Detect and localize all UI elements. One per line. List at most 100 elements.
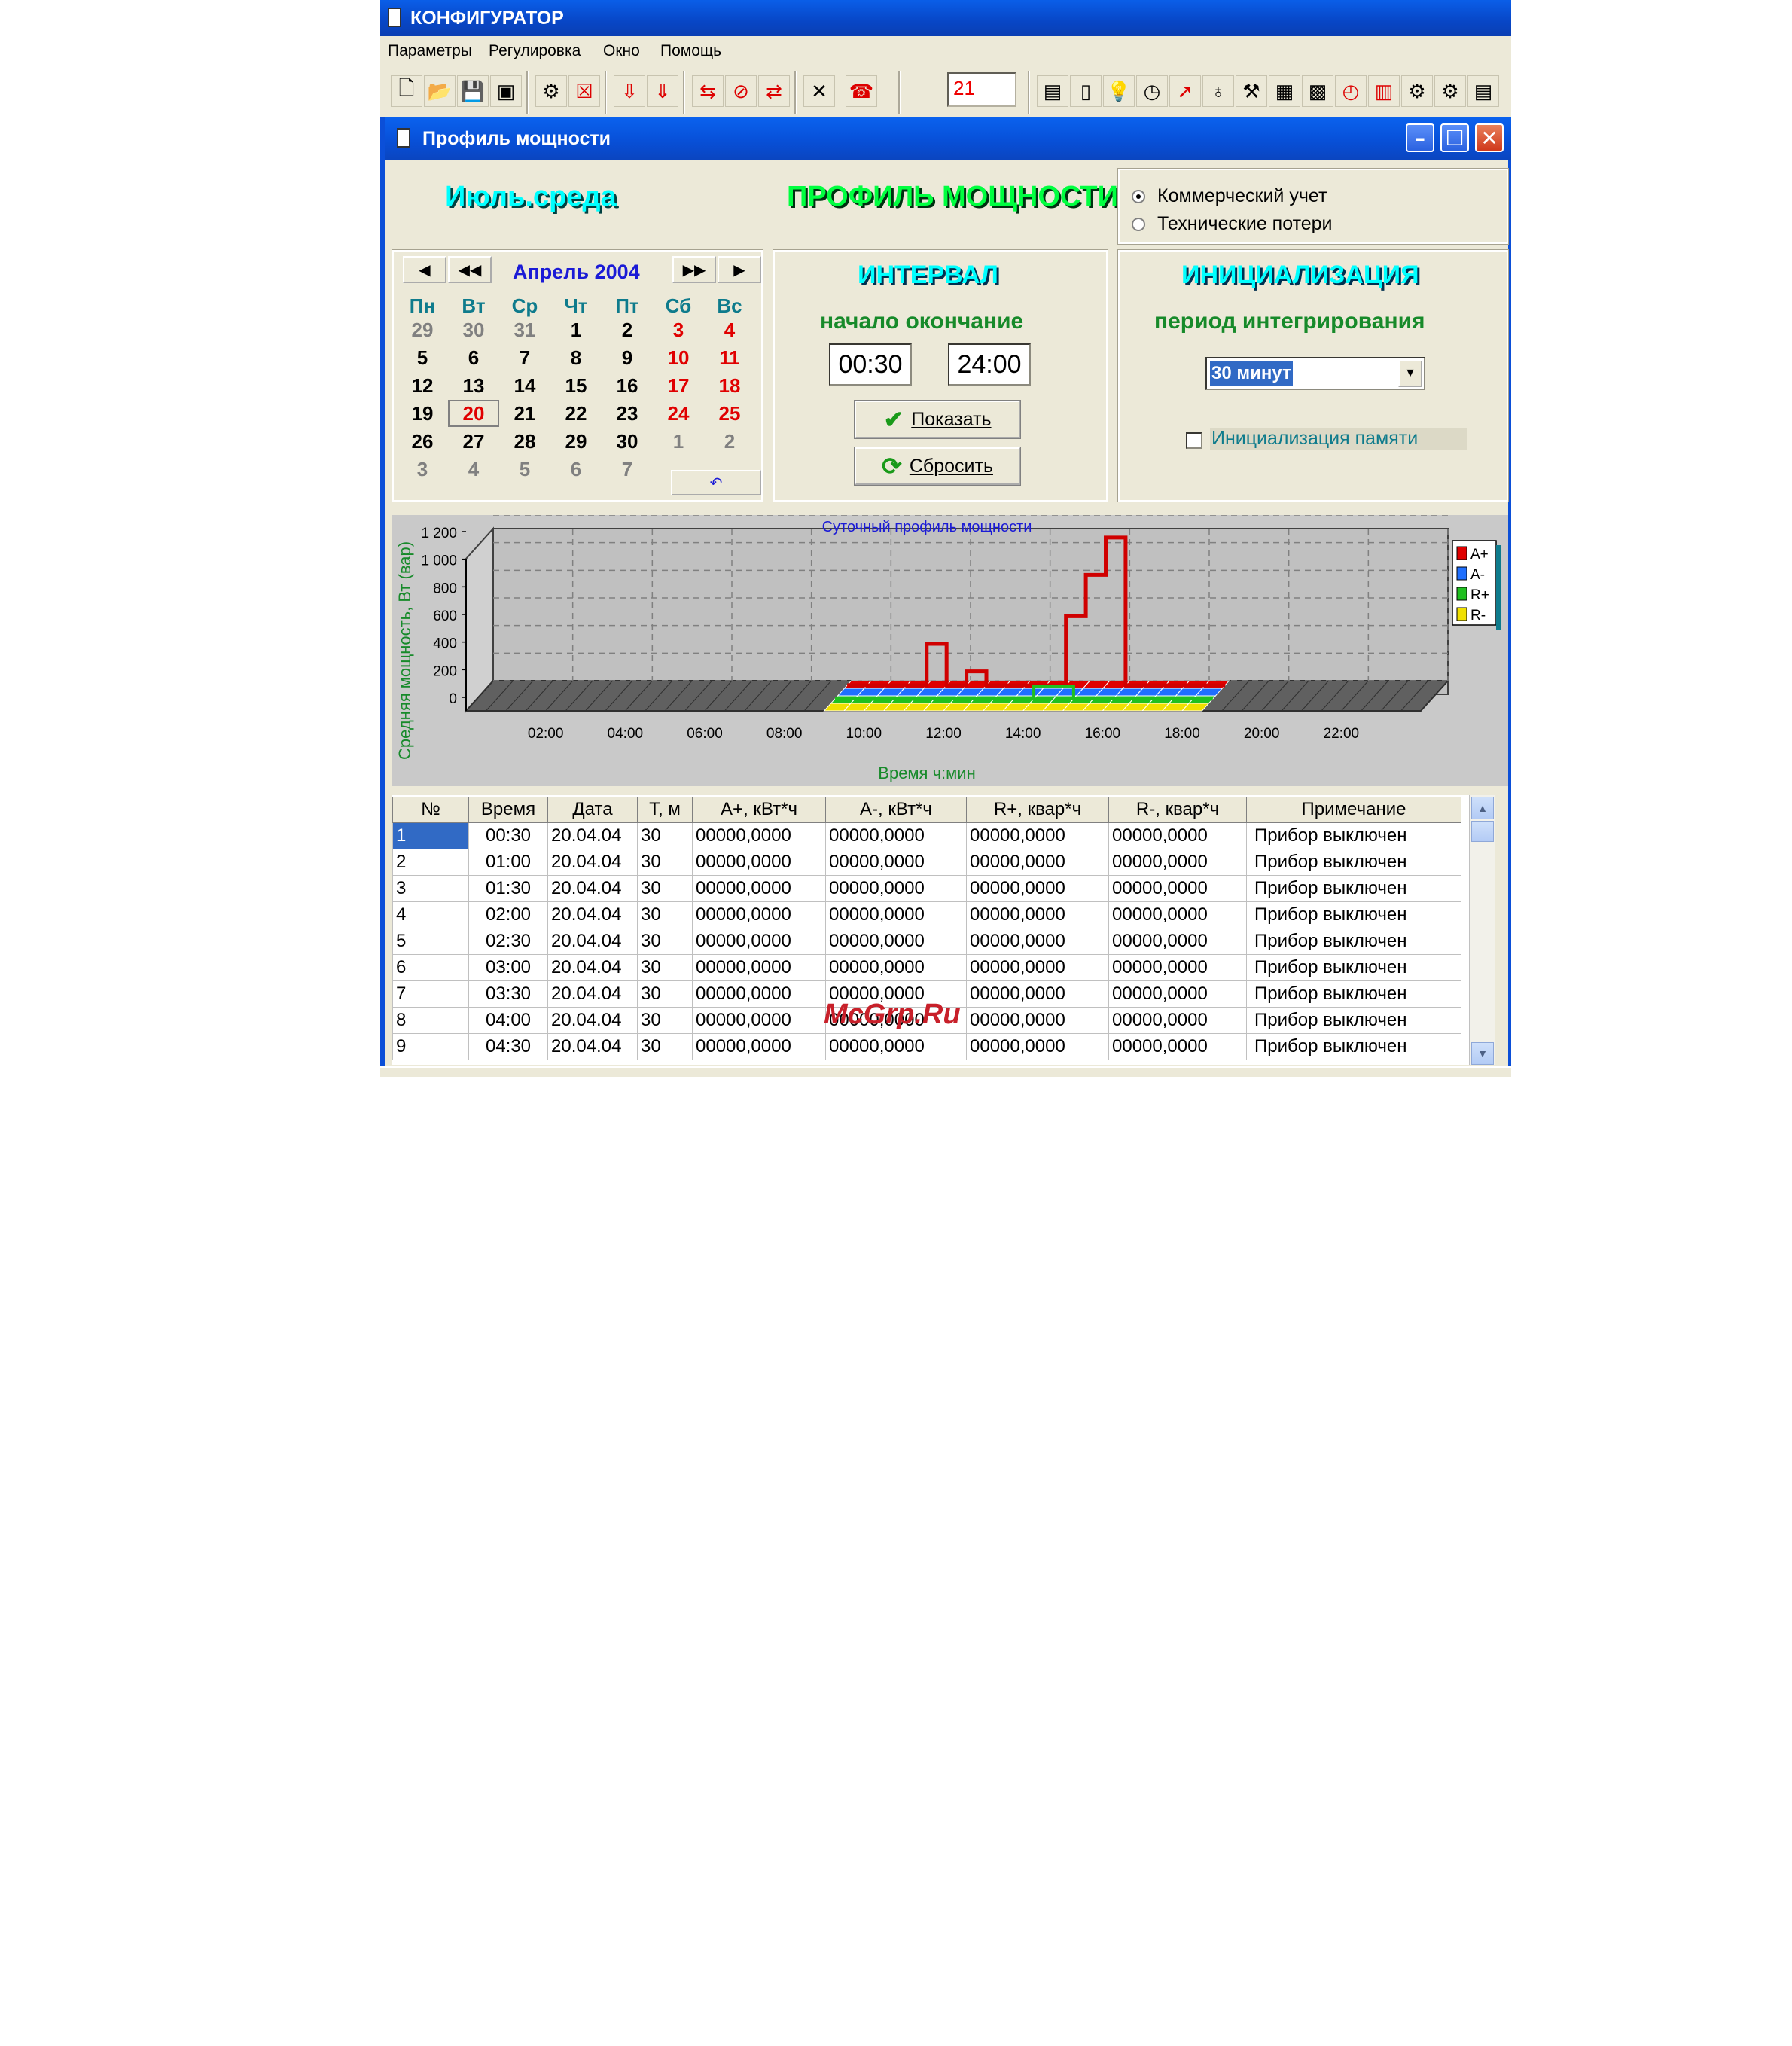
mode-commercial-radio[interactable] <box>1132 190 1145 203</box>
scroll-down-icon[interactable]: ▼ <box>1471 1042 1494 1065</box>
mode-technical-radio[interactable] <box>1132 218 1145 231</box>
calendar-day[interactable]: 2 <box>602 316 653 343</box>
device-connect-icon[interactable]: ⚙ <box>535 75 567 107</box>
reset-button[interactable]: ⟳ Сбросить <box>854 447 1021 486</box>
new-file-icon[interactable]: 🗋 <box>391 75 422 107</box>
calendar-day[interactable]: 22 <box>550 400 602 427</box>
tools-icon[interactable]: ⚒ <box>1236 75 1267 107</box>
interval-start-field[interactable]: 00:30 <box>829 343 912 386</box>
prev-month-button[interactable]: ◀ <box>403 256 446 283</box>
calendar-day[interactable]: 31 <box>499 316 550 343</box>
calendar-day[interactable]: 7 <box>499 344 550 371</box>
calendar-day[interactable]: 8 <box>550 344 602 371</box>
init-memory-checkbox[interactable] <box>1186 432 1202 449</box>
calendar-day[interactable]: 16 <box>602 372 653 399</box>
calendar-day[interactable]: 29 <box>397 316 448 343</box>
read-down-icon[interactable]: ⇩ <box>614 75 645 107</box>
calendar-day[interactable]: 2 <box>704 428 755 455</box>
table-row[interactable]: 5 02:30 20.04.04 30 00000,0000 00000,0000 0000… <box>392 928 1461 955</box>
calendar-day[interactable]: 25 <box>704 400 755 427</box>
period-select[interactable]: 30 минут ▼ <box>1205 357 1425 390</box>
calendar-day[interactable]: 24 <box>653 400 704 427</box>
calendar-day[interactable]: 13 <box>448 372 499 399</box>
calendar-day[interactable]: 1 <box>653 428 704 455</box>
calendar-day[interactable]: 21 <box>499 400 550 427</box>
transfer-icon[interactable]: ⇆ <box>692 75 724 107</box>
table-row[interactable]: 9 04:30 20.04.04 30 00000,0000 00000,0000 0000… <box>392 1033 1461 1060</box>
next-year-button[interactable]: ▶▶ <box>672 256 716 283</box>
save-icon[interactable]: 💾 <box>457 75 489 107</box>
calendar-day[interactable]: 30 <box>602 428 653 455</box>
calendar-day[interactable]: 20 <box>448 400 499 427</box>
calendar-day[interactable]: 3 <box>397 456 448 483</box>
table-row[interactable]: 3 01:30 20.04.04 30 00000,0000 00000,0000 0000… <box>392 875 1461 902</box>
menu-adjustment[interactable]: Регулировка <box>489 42 581 60</box>
device-list-icon[interactable]: ▤ <box>1037 75 1068 107</box>
maximize-button[interactable]: ☐ <box>1440 123 1469 152</box>
scroll-up-icon[interactable]: ▲ <box>1471 797 1494 819</box>
calculator-icon[interactable]: ▦ <box>1269 75 1300 107</box>
table-icon[interactable]: ▤ <box>1467 75 1499 107</box>
column-header[interactable]: R+, квар*ч <box>966 795 1109 823</box>
calendar-day[interactable]: 6 <box>448 344 499 371</box>
calendar-day[interactable]: 5 <box>397 344 448 371</box>
interval-end-field[interactable]: 24:00 <box>948 343 1031 386</box>
chevron-down-icon[interactable]: ▼ <box>1398 360 1422 387</box>
settings-icon[interactable]: ⚙ <box>1401 75 1433 107</box>
meter-icon[interactable]: ▯ <box>1070 75 1102 107</box>
calendar-day[interactable]: 4 <box>704 316 755 343</box>
calendar-day[interactable]: 14 <box>499 372 550 399</box>
calendar-day[interactable]: 5 <box>499 456 550 483</box>
clock-icon[interactable]: ◷ <box>1136 75 1168 107</box>
calendar-day[interactable]: 9 <box>602 344 653 371</box>
calendar-day[interactable]: 4 <box>448 456 499 483</box>
grid-scrollbar[interactable]: ▲ ▼ <box>1469 795 1495 1065</box>
table-row[interactable]: 2 01:00 20.04.04 30 00000,0000 00000,0000 0000… <box>392 849 1461 876</box>
calendar-day[interactable]: 3 <box>653 316 704 343</box>
open-folder-icon[interactable]: 📂 <box>424 75 456 107</box>
calendar-day[interactable]: 1 <box>550 316 602 343</box>
column-header[interactable]: Т, м <box>637 795 693 823</box>
calendar-day[interactable]: 10 <box>653 344 704 371</box>
counter-field[interactable]: 21 <box>947 72 1016 107</box>
calendar-day[interactable]: 17 <box>653 372 704 399</box>
column-header[interactable]: R-, квар*ч <box>1108 795 1247 823</box>
minimize-button[interactable]: – <box>1406 123 1434 152</box>
show-button[interactable]: ✔ Показать <box>854 400 1021 439</box>
column-header[interactable]: А+, кВт*ч <box>692 795 826 823</box>
calendar-icon[interactable]: ▩ <box>1302 75 1333 107</box>
calendar-day[interactable]: 18 <box>704 372 755 399</box>
prev-year-button[interactable]: ◀◀ <box>448 256 492 283</box>
calendar-day[interactable]: 19 <box>397 400 448 427</box>
sync-icon[interactable]: ⇄ <box>758 75 790 107</box>
calendar-day[interactable]: 11 <box>704 344 755 371</box>
calendar-day[interactable]: 27 <box>448 428 499 455</box>
table-row[interactable]: 6 03:00 20.04.04 30 00000,0000 00000,0000 0000… <box>392 954 1461 981</box>
column-header[interactable]: А-, кВт*ч <box>825 795 967 823</box>
properties-icon[interactable]: ▣ <box>490 75 522 107</box>
probe-icon[interactable]: ♁ <box>1202 75 1234 107</box>
pointer-icon[interactable]: ➚ <box>1169 75 1201 107</box>
close-x-icon[interactable]: ✕ <box>803 75 835 107</box>
bar-chart-icon[interactable]: ▥ <box>1368 75 1400 107</box>
stop-icon[interactable]: ⊘ <box>725 75 757 107</box>
calendar-day[interactable]: 7 <box>602 456 653 483</box>
column-header[interactable]: Примечание <box>1246 795 1461 823</box>
calendar-day[interactable]: 30 <box>448 316 499 343</box>
calendar-day[interactable]: 12 <box>397 372 448 399</box>
write-down-icon[interactable]: ⇓ <box>647 75 678 107</box>
menu-window[interactable]: Окно <box>603 42 640 60</box>
calendar-day[interactable]: 6 <box>550 456 602 483</box>
table-row[interactable]: 4 02:00 20.04.04 30 00000,0000 00000,0000 0000… <box>392 901 1461 928</box>
column-header[interactable]: № <box>392 795 469 823</box>
phone-icon[interactable]: ☎ <box>846 75 877 107</box>
close-button[interactable]: ✕ <box>1475 123 1504 152</box>
table-row[interactable]: 1 00:30 20.04.04 30 00000,0000 00000,0000 0000… <box>392 822 1461 849</box>
menu-parameters[interactable]: Параметры <box>388 42 472 60</box>
scroll-thumb[interactable] <box>1471 821 1494 842</box>
menu-help[interactable]: Помощь <box>660 42 721 60</box>
calendar-day[interactable]: 15 <box>550 372 602 399</box>
calendar-day[interactable]: 29 <box>550 428 602 455</box>
config-icon[interactable]: ⚙ <box>1434 75 1466 107</box>
calendar-day[interactable]: 26 <box>397 428 448 455</box>
